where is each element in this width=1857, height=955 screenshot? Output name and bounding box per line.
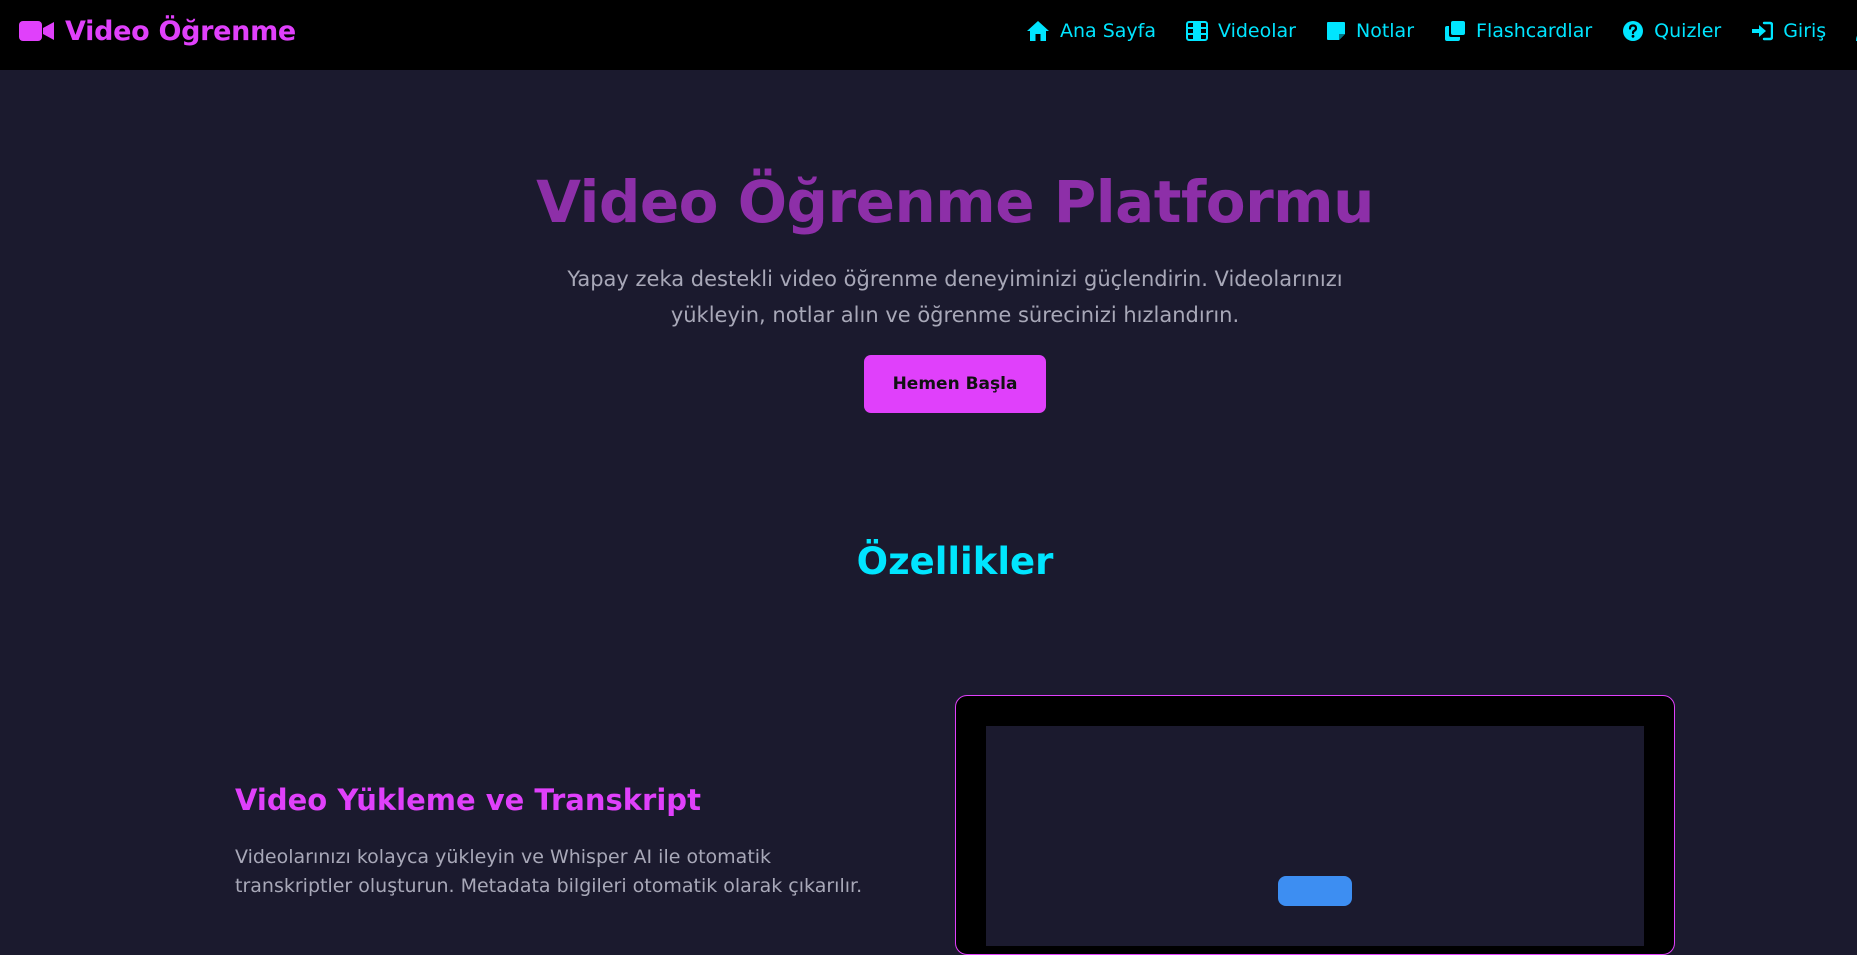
nav-item-label: Quizler	[1654, 20, 1722, 42]
nav-item-label: Videolar	[1218, 20, 1296, 42]
hero-title: Video Öğrenme Platformu	[536, 168, 1374, 236]
sign-in-icon	[1752, 21, 1774, 41]
nav-item-flashcardlar[interactable]: Flashcardlar	[1444, 20, 1592, 42]
nav-item-label: Giriş	[1783, 20, 1827, 42]
feature-description: Videolarınızı kolayca yükleyin ve Whispe…	[235, 846, 863, 897]
feature-preview-screen	[986, 726, 1644, 946]
film-icon	[1186, 21, 1209, 41]
features-heading: Özellikler	[856, 540, 1054, 583]
feature-title: Video Yükleme ve Transkript	[235, 783, 701, 817]
sticky-note-icon	[1326, 22, 1345, 40]
navbar: Video Öğrenme Ana Sayfa Videolar Notlar …	[0, 0, 1857, 70]
clone-icon	[1445, 21, 1466, 41]
nav-item-quizler[interactable]: Quizler	[1622, 20, 1721, 42]
video-camera-icon	[19, 21, 54, 41]
feature-preview-card	[955, 695, 1675, 955]
question-circle-icon	[1623, 21, 1644, 41]
nav-item-giris[interactable]: Giriş	[1751, 20, 1826, 42]
brand-logo[interactable]: Video Öğrenme	[19, 0, 296, 62]
nav-item-ana-sayfa[interactable]: Ana Sayfa	[1026, 20, 1156, 42]
get-started-button[interactable]: Hemen Başla	[864, 355, 1046, 413]
brand-name: Video Öğrenme	[65, 15, 296, 47]
home-icon	[1027, 21, 1049, 41]
hero-subtitle: Yapay zeka destekli video öğrenme deneyi…	[567, 267, 1343, 327]
nav-item-label: Ana Sayfa	[1060, 20, 1157, 42]
nav-item-notlar[interactable]: Notlar	[1326, 20, 1414, 42]
nav-item-label: Flashcardlar	[1476, 20, 1593, 42]
nav-item-label: Notlar	[1355, 20, 1415, 42]
nav-item-videolar[interactable]: Videolar	[1186, 20, 1296, 42]
preview-thumbnail	[1278, 876, 1352, 906]
nav-links: Ana Sayfa Videolar Notlar Flashcardlar Q…	[1026, 0, 1857, 62]
